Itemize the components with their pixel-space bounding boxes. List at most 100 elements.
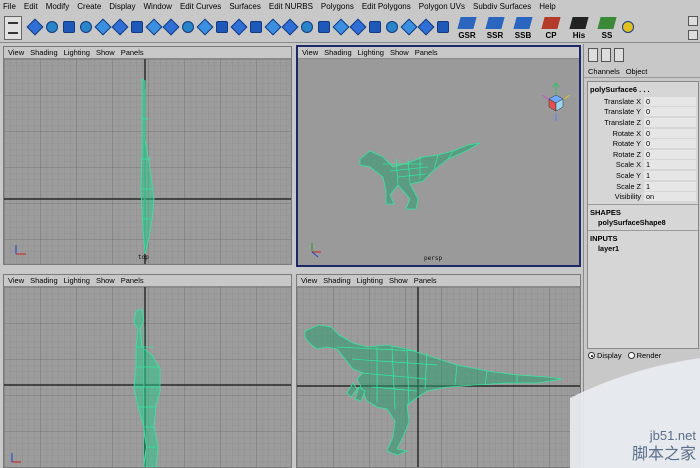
viewport-front[interactable]: View Shading Lighting Show Panels <box>296 274 581 468</box>
poly-plane-icon[interactable] <box>111 17 129 39</box>
combine-icon[interactable] <box>145 17 163 39</box>
vp-menu-shading[interactable]: Shading <box>324 48 352 57</box>
menu-edit-nurbs[interactable]: Edit NURBS <box>269 2 313 11</box>
shelf-tools: GSR SSR SSB CP His SS <box>26 15 638 41</box>
subdivide-icon[interactable] <box>317 17 331 39</box>
attr-row-translate-y: Translate Y0 <box>588 107 698 118</box>
vp-menu-lighting[interactable]: Lighting <box>64 48 90 57</box>
vp-menu-panels[interactable]: Panels <box>414 276 437 285</box>
menu-subdiv-surfaces[interactable]: Subdiv Surfaces <box>473 2 531 11</box>
vp-menu-show[interactable]: Show <box>389 276 408 285</box>
vp-menu-panels[interactable]: Panels <box>415 48 438 57</box>
menu-edit-polygons[interactable]: Edit Polygons <box>362 2 411 11</box>
top-view-canvas <box>4 59 291 264</box>
vp-menu-view[interactable]: View <box>8 276 24 285</box>
shape-node[interactable]: polySurfaceShape8 <box>588 218 698 228</box>
append-polygon-icon[interactable] <box>230 17 248 39</box>
vp-menu-shading[interactable]: Shading <box>30 276 58 285</box>
channel-box-icon[interactable] <box>588 48 598 62</box>
menu-display[interactable]: Display <box>109 2 135 11</box>
attr-value-field[interactable]: 0 <box>644 107 696 117</box>
viewport-top[interactable]: View Shading Lighting Show Panels top <box>3 46 292 265</box>
layer-editor-icon[interactable] <box>601 48 611 62</box>
attr-value-field[interactable]: 1 <box>644 181 696 191</box>
cut-faces-icon[interactable] <box>281 17 299 39</box>
vp-menu-view[interactable]: View <box>301 276 317 285</box>
shelf-scroll <box>688 16 698 40</box>
tool-shelf: GSR SSR SSB CP His SS <box>0 13 700 43</box>
shelf-scroll-down-icon[interactable] <box>688 30 698 40</box>
vp-menu-view[interactable]: View <box>302 48 318 57</box>
menu-create[interactable]: Create <box>77 2 101 11</box>
viewport-persp[interactable]: View Shading Lighting Show Panels persp <box>296 45 581 267</box>
attr-value-field[interactable]: on <box>644 192 696 202</box>
smooth-icon[interactable] <box>181 17 195 39</box>
attr-value-field[interactable]: 0 <box>644 117 696 127</box>
quadrangulate-icon[interactable] <box>349 17 367 39</box>
attribute-editor-icon[interactable] <box>614 48 624 62</box>
sphere-select-icon[interactable] <box>621 17 635 39</box>
watermark: jb51.net 脚本之家 <box>570 358 700 468</box>
vp-menu-lighting[interactable]: Lighting <box>358 48 384 57</box>
vp-menu-lighting[interactable]: Lighting <box>64 276 90 285</box>
tab-channels[interactable]: Channels <box>588 67 620 76</box>
shelf-scroll-up-icon[interactable] <box>688 16 698 26</box>
shelf-ssb-button[interactable]: SSB <box>511 16 535 40</box>
menu-edit[interactable]: Edit <box>24 2 38 11</box>
poly-tool-icon[interactable] <box>26 17 44 39</box>
shelf-gsr-button[interactable]: GSR <box>455 16 479 40</box>
menu-modify[interactable]: Modify <box>46 2 70 11</box>
reduce-icon[interactable] <box>385 17 399 39</box>
uv-editor-icon[interactable] <box>417 17 435 39</box>
menu-polygon-uvs[interactable]: Polygon UVs <box>419 2 465 11</box>
mirror-icon[interactable] <box>368 17 382 39</box>
poly-cone-icon[interactable] <box>94 17 112 39</box>
vp-menu-show[interactable]: Show <box>96 276 115 285</box>
vp-menu-show[interactable]: Show <box>390 48 409 57</box>
attr-value-field[interactable]: 0 <box>644 128 696 138</box>
shelf-ssr-button[interactable]: SSR <box>483 16 507 40</box>
poly-cube-icon[interactable] <box>62 17 76 39</box>
separate-icon[interactable] <box>162 17 180 39</box>
attr-value-field[interactable]: 0 <box>644 96 696 106</box>
menu-window[interactable]: Window <box>144 2 172 11</box>
attr-row-scale-z: Scale Z1 <box>588 181 698 192</box>
attr-value-field[interactable]: 0 <box>644 149 696 159</box>
shelf-ss-button[interactable]: SS <box>595 16 619 40</box>
camera-label-top: top <box>138 254 149 261</box>
attr-value-field[interactable]: 1 <box>644 160 696 170</box>
triangulate-icon[interactable] <box>332 17 350 39</box>
wedge-icon[interactable] <box>300 17 314 39</box>
viewport-menubar: View Shading Lighting Show Panels <box>4 275 291 287</box>
viewport-side[interactable]: View Shading Lighting Show Panels <box>3 274 292 468</box>
poly-cylinder-icon[interactable] <box>79 17 93 39</box>
vp-menu-shading[interactable]: Shading <box>30 48 58 57</box>
menu-surfaces[interactable]: Surfaces <box>229 2 261 11</box>
bevel-icon[interactable] <box>264 17 282 39</box>
attr-value-field[interactable]: 0 <box>644 139 696 149</box>
vp-menu-panels[interactable]: Panels <box>121 276 144 285</box>
vp-menu-lighting[interactable]: Lighting <box>357 276 383 285</box>
poly-sphere-icon[interactable] <box>45 17 59 39</box>
vp-menu-view[interactable]: View <box>8 48 24 57</box>
menu-file[interactable]: File <box>3 2 16 11</box>
shelf-menu-handle[interactable] <box>4 16 22 40</box>
tab-object[interactable]: Object <box>626 67 648 76</box>
menu-help[interactable]: Help <box>539 2 555 11</box>
merge-vertices-icon[interactable] <box>249 17 263 39</box>
menu-edit-curves[interactable]: Edit Curves <box>180 2 221 11</box>
extrude-face-icon[interactable] <box>196 17 214 39</box>
vp-menu-show[interactable]: Show <box>96 48 115 57</box>
vp-menu-panels[interactable]: Panels <box>121 48 144 57</box>
menu-polygons[interactable]: Polygons <box>321 2 354 11</box>
attr-value-field[interactable]: 1 <box>644 170 696 180</box>
shelf-his-button[interactable]: His <box>567 16 591 40</box>
poly-torus-icon[interactable] <box>130 17 144 39</box>
uv-map-icon[interactable] <box>400 17 418 39</box>
duplicate-face-icon[interactable] <box>436 17 450 39</box>
shelf-cp-button[interactable]: CP <box>539 16 563 40</box>
split-polygon-icon[interactable] <box>215 17 229 39</box>
vp-menu-shading[interactable]: Shading <box>323 276 351 285</box>
object-name[interactable]: polySurface6 . . . <box>588 82 698 96</box>
input-node[interactable]: layer1 <box>588 244 698 254</box>
